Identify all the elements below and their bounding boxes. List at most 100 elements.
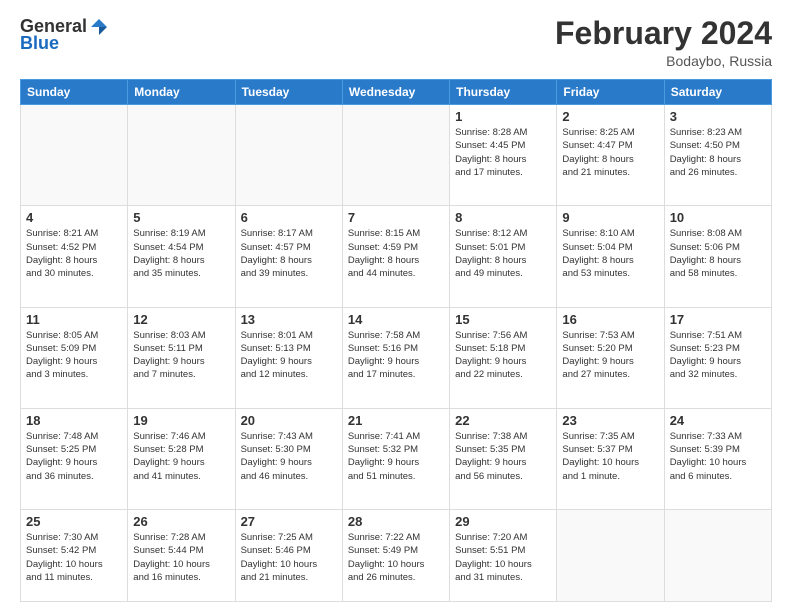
calendar-table: Sunday Monday Tuesday Wednesday Thursday… (20, 79, 772, 602)
col-sunday: Sunday (21, 80, 128, 105)
logo: General Blue (20, 16, 109, 54)
header: General Blue February 2024 Bodaybo, Russ… (20, 16, 772, 69)
calendar-cell (128, 105, 235, 206)
calendar-cell: 6Sunrise: 8:17 AMSunset: 4:57 PMDaylight… (235, 206, 342, 307)
day-number: 11 (26, 312, 122, 327)
calendar-cell: 2 Sunrise: 8:25 AMSunset: 4:47 PMDaylight… (557, 105, 664, 206)
day-number: 7 (348, 210, 444, 225)
calendar-cell: 1Sunrise: 8:28 AMSunset: 4:45 PMDaylight… (450, 105, 557, 206)
col-wednesday: Wednesday (342, 80, 449, 105)
calendar-cell: 19Sunrise: 7:46 AMSunset: 5:28 PMDayligh… (128, 408, 235, 509)
day-number: 27 (241, 514, 337, 529)
day-info: Sunrise: 8:23 AMSunset: 4:50 PMDaylight:… (670, 126, 766, 179)
calendar-cell: 28Sunrise: 7:22 AMSunset: 5:49 PMDayligh… (342, 509, 449, 601)
col-tuesday: Tuesday (235, 80, 342, 105)
day-info: Sunrise: 7:33 AMSunset: 5:39 PMDaylight:… (670, 430, 766, 483)
day-info: Sunrise: 8:28 AMSunset: 4:45 PMDaylight:… (455, 126, 551, 179)
day-info: Sunrise: 7:22 AMSunset: 5:49 PMDaylight:… (348, 531, 444, 584)
calendar-cell: 18 Sunrise: 7:48 AMSunset: 5:25 PMDayligh… (21, 408, 128, 509)
day-info: Sunrise: 7:48 AMSunset: 5:25 PMDaylight:… (26, 430, 122, 483)
day-info: Sunrise: 8:19 AMSunset: 4:54 PMDaylight:… (133, 227, 229, 280)
logo-blue-text: Blue (20, 33, 59, 54)
day-number: 2 (562, 109, 658, 124)
day-info: Sunrise: 7:28 AMSunset: 5:44 PMDaylight:… (133, 531, 229, 584)
day-number: 17 (670, 312, 766, 327)
calendar-cell (21, 105, 128, 206)
calendar-cell: 10 Sunrise: 8:08 AMSunset: 5:06 PMDayligh… (664, 206, 771, 307)
day-number: 9 (562, 210, 658, 225)
page: General Blue February 2024 Bodaybo, Russ… (0, 0, 792, 612)
calendar-cell (235, 105, 342, 206)
calendar-cell: 5 Sunrise: 8:19 AMSunset: 4:54 PMDaylight… (128, 206, 235, 307)
day-info: Sunrise: 7:30 AMSunset: 5:42 PMDaylight:… (26, 531, 122, 584)
calendar-cell: 24Sunrise: 7:33 AMSunset: 5:39 PMDayligh… (664, 408, 771, 509)
calendar-cell: 9 Sunrise: 8:10 AMSunset: 5:04 PMDaylight… (557, 206, 664, 307)
day-number: 10 (670, 210, 766, 225)
day-info: Sunrise: 8:25 AMSunset: 4:47 PMDaylight:… (562, 126, 658, 179)
calendar-cell: 15 Sunrise: 7:56 AMSunset: 5:18 PMDayligh… (450, 307, 557, 408)
calendar-cell (342, 105, 449, 206)
day-info: Sunrise: 7:41 AMSunset: 5:32 PMDaylight:… (348, 430, 444, 483)
day-info: Sunrise: 7:56 AMSunset: 5:18 PMDaylight:… (455, 329, 551, 382)
day-number: 13 (241, 312, 337, 327)
day-number: 29 (455, 514, 551, 529)
calendar-cell: 4 Sunrise: 8:21 AMSunset: 4:52 PMDaylight… (21, 206, 128, 307)
calendar-week-5: 25 Sunrise: 7:30 AMSunset: 5:42 PMDayligh… (21, 509, 772, 601)
day-info: Sunrise: 8:12 AMSunset: 5:01 PMDaylight:… (455, 227, 551, 280)
calendar-cell: 29Sunrise: 7:20 AMSunset: 5:51 PMDayligh… (450, 509, 557, 601)
day-info: Sunrise: 8:10 AMSunset: 5:04 PMDaylight:… (562, 227, 658, 280)
col-friday: Friday (557, 80, 664, 105)
day-info: Sunrise: 8:08 AMSunset: 5:06 PMDaylight:… (670, 227, 766, 280)
logo-icon (89, 17, 109, 37)
calendar-cell: 26 Sunrise: 7:28 AMSunset: 5:44 PMDayligh… (128, 509, 235, 601)
day-info: Sunrise: 8:05 AMSunset: 5:09 PMDaylight:… (26, 329, 122, 382)
day-info: Sunrise: 7:51 AMSunset: 5:23 PMDaylight:… (670, 329, 766, 382)
day-number: 18 (26, 413, 122, 428)
day-number: 4 (26, 210, 122, 225)
day-number: 3 (670, 109, 766, 124)
day-number: 25 (26, 514, 122, 529)
day-number: 23 (562, 413, 658, 428)
day-info: Sunrise: 7:43 AMSunset: 5:30 PMDaylight:… (241, 430, 337, 483)
calendar-cell: 3 Sunrise: 8:23 AMSunset: 4:50 PMDaylight… (664, 105, 771, 206)
day-info: Sunrise: 7:46 AMSunset: 5:28 PMDaylight:… (133, 430, 229, 483)
calendar-cell: 20 Sunrise: 7:43 AMSunset: 5:30 PMDayligh… (235, 408, 342, 509)
day-info: Sunrise: 7:38 AMSunset: 5:35 PMDaylight:… (455, 430, 551, 483)
day-number: 5 (133, 210, 229, 225)
day-number: 22 (455, 413, 551, 428)
day-info: Sunrise: 8:17 AMSunset: 4:57 PMDaylight:… (241, 227, 337, 280)
col-saturday: Saturday (664, 80, 771, 105)
calendar-cell: 21 Sunrise: 7:41 AMSunset: 5:32 PMDayligh… (342, 408, 449, 509)
calendar-cell (557, 509, 664, 601)
day-number: 14 (348, 312, 444, 327)
calendar-cell: 12 Sunrise: 8:03 AMSunset: 5:11 PMDayligh… (128, 307, 235, 408)
day-info: Sunrise: 7:53 AMSunset: 5:20 PMDaylight:… (562, 329, 658, 382)
day-number: 21 (348, 413, 444, 428)
title-section: February 2024 Bodaybo, Russia (555, 16, 772, 69)
calendar-cell: 25 Sunrise: 7:30 AMSunset: 5:42 PMDayligh… (21, 509, 128, 601)
location-subtitle: Bodaybo, Russia (555, 53, 772, 69)
day-number: 20 (241, 413, 337, 428)
day-number: 26 (133, 514, 229, 529)
day-number: 12 (133, 312, 229, 327)
calendar-week-4: 18 Sunrise: 7:48 AMSunset: 5:25 PMDayligh… (21, 408, 772, 509)
calendar-week-3: 11 Sunrise: 8:05 AMSunset: 5:09 PMDayligh… (21, 307, 772, 408)
day-info: Sunrise: 8:01 AMSunset: 5:13 PMDaylight:… (241, 329, 337, 382)
calendar-cell (664, 509, 771, 601)
calendar-cell: 17 Sunrise: 7:51 AMSunset: 5:23 PMDayligh… (664, 307, 771, 408)
day-info: Sunrise: 7:35 AMSunset: 5:37 PMDaylight:… (562, 430, 658, 483)
calendar-cell: 7Sunrise: 8:15 AMSunset: 4:59 PMDaylight… (342, 206, 449, 307)
day-info: Sunrise: 8:21 AMSunset: 4:52 PMDaylight:… (26, 227, 122, 280)
day-number: 8 (455, 210, 551, 225)
calendar-cell: 23 Sunrise: 7:35 AMSunset: 5:37 PMDayligh… (557, 408, 664, 509)
day-number: 15 (455, 312, 551, 327)
month-title: February 2024 (555, 16, 772, 51)
calendar-cell: 8 Sunrise: 8:12 AMSunset: 5:01 PMDaylight… (450, 206, 557, 307)
calendar-header-row: Sunday Monday Tuesday Wednesday Thursday… (21, 80, 772, 105)
calendar-week-2: 4 Sunrise: 8:21 AMSunset: 4:52 PMDaylight… (21, 206, 772, 307)
day-info: Sunrise: 7:25 AMSunset: 5:46 PMDaylight:… (241, 531, 337, 584)
calendar-cell: 13 Sunrise: 8:01 AMSunset: 5:13 PMDayligh… (235, 307, 342, 408)
day-info: Sunrise: 8:03 AMSunset: 5:11 PMDaylight:… (133, 329, 229, 382)
col-thursday: Thursday (450, 80, 557, 105)
col-monday: Monday (128, 80, 235, 105)
